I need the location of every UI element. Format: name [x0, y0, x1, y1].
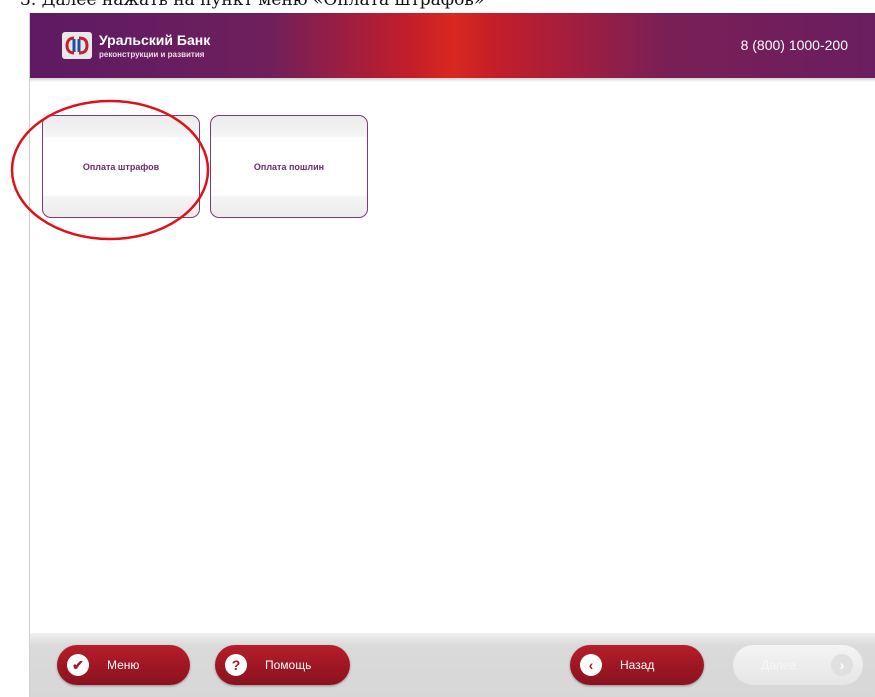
tile-label: Оплата штрафов	[82, 161, 160, 172]
bank-name: Уральский Банк	[99, 32, 211, 48]
bank-subtitle: реконструкции и развития	[99, 50, 205, 59]
menu-button-label: Меню	[107, 658, 140, 672]
pay-fines-tile[interactable]: Оплата штрафов	[42, 115, 200, 218]
footer-bar: ✔ Меню ? Помощь ‹ Назад Далее ›	[30, 633, 875, 697]
check-icon: ✔	[67, 654, 89, 676]
instruction-caption: 3. Далее нажать на пункт меню «Оплата шт…	[0, 0, 875, 9]
menu-button[interactable]: ✔ Меню	[57, 645, 190, 685]
back-button-label: Назад	[620, 658, 655, 672]
tile-label: Оплата пошлин	[253, 161, 325, 172]
chevron-left-icon: ‹	[580, 654, 602, 676]
back-button[interactable]: ‹ Назад	[570, 645, 704, 685]
hotline-phone: 8 (800) 1000-200	[740, 37, 848, 53]
help-button[interactable]: ? Помощь	[215, 645, 350, 685]
pay-duties-tile[interactable]: Оплата пошлин	[210, 115, 368, 218]
next-button[interactable]: Далее ›	[733, 645, 863, 685]
help-button-label: Помощь	[265, 658, 312, 672]
next-button-label: Далее	[761, 658, 797, 672]
header-bar: Уральский Банк реконструкции и развития …	[30, 13, 875, 82]
bank-logo	[62, 32, 92, 59]
atm-screen: Уральский Банк реконструкции и развития …	[10, 13, 875, 697]
chevron-right-icon: ›	[831, 654, 853, 676]
logo-icon	[65, 36, 89, 55]
question-icon: ?	[225, 654, 247, 676]
